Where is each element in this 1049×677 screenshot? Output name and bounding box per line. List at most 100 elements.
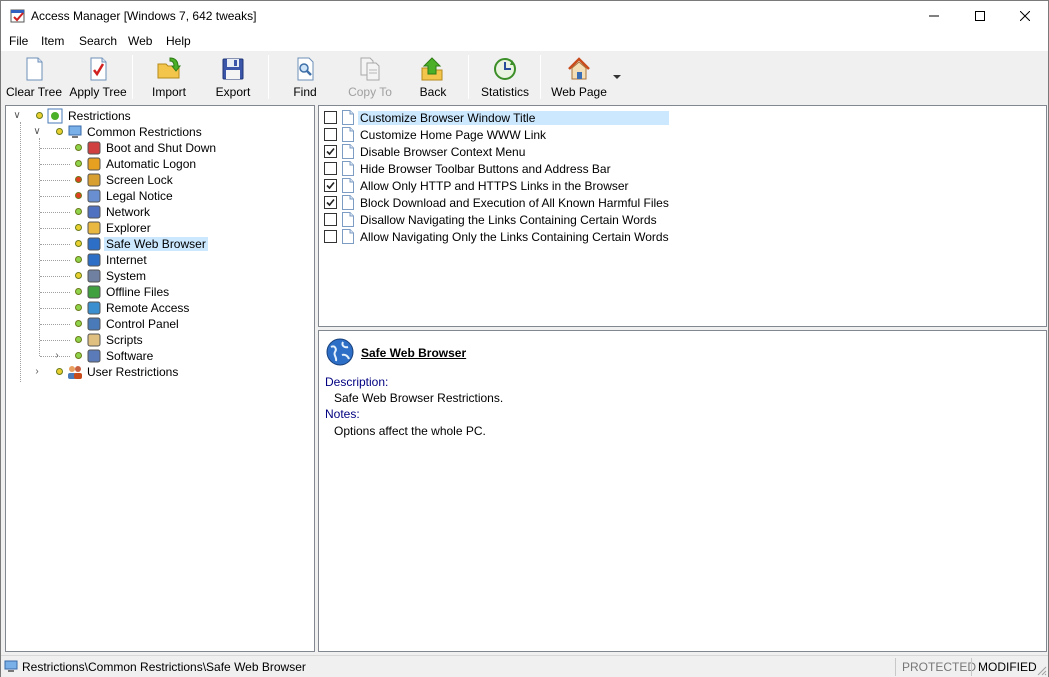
checkbox[interactable] — [324, 145, 337, 158]
close-button[interactable] — [1002, 1, 1048, 31]
folder-import-icon — [157, 57, 182, 79]
checklist-label: Allow Only HTTP and HTTPS Links in the B… — [360, 179, 629, 193]
tree-node-user-restrictions[interactable]: › User Restrictions — [10, 364, 310, 380]
tree-node-child[interactable]: Boot and Shut Down — [10, 140, 310, 156]
tree-label: Network — [106, 205, 151, 219]
clear-tree-button[interactable]: Clear Tree — [5, 54, 63, 100]
checklist-item[interactable]: Allow Only HTTP and HTTPS Links in the B… — [324, 177, 1024, 194]
export-button[interactable]: Export — [205, 54, 261, 100]
checklist-label: Allow Navigating Only the Links Containi… — [360, 230, 669, 244]
status-path: Restrictions\Common Restrictions\Safe We… — [22, 660, 306, 674]
minimize-button[interactable] — [911, 1, 957, 31]
checklist-item[interactable]: Block Download and Execution of All Know… — [324, 194, 1024, 211]
web-page-button[interactable]: Web Page — [547, 54, 611, 100]
menu-search[interactable]: Search — [79, 34, 117, 48]
status-dot-icon — [75, 336, 82, 343]
import-button[interactable]: Import — [141, 54, 197, 100]
chevron-down-icon[interactable]: ∨ — [12, 110, 22, 122]
restriction-category-icon — [87, 285, 101, 299]
menu-help[interactable]: Help — [166, 34, 191, 48]
checkbox[interactable] — [324, 230, 337, 243]
chevron-right-icon[interactable]: › — [52, 350, 62, 362]
checklist-item[interactable]: Disable Browser Context Menu — [324, 143, 1024, 160]
document-icon — [342, 195, 354, 210]
tree-node-child[interactable]: Remote Access — [10, 300, 310, 316]
statistics-button[interactable]: Statistics — [475, 54, 535, 100]
restriction-checklist[interactable]: Customize Browser Window Title Customize … — [318, 105, 1047, 327]
globe-icon — [326, 338, 354, 366]
restriction-category-icon — [87, 141, 101, 155]
checklist-item[interactable]: Customize Browser Window Title — [324, 109, 1024, 126]
menu-file[interactable]: File — [9, 34, 28, 48]
checklist-label: Disallow Navigating the Links Containing… — [360, 213, 657, 227]
status-dot-icon — [75, 352, 82, 359]
tree-label: User Restrictions — [87, 365, 179, 379]
copy-to-button[interactable]: Copy To — [341, 54, 399, 100]
copy-pages-icon — [360, 57, 380, 81]
checklist-item[interactable]: Disallow Navigating the Links Containing… — [324, 211, 1024, 228]
checkbox[interactable] — [324, 111, 337, 124]
checklist-label: Block Download and Execution of All Know… — [360, 196, 669, 210]
menu-web[interactable]: Web — [128, 34, 152, 48]
checkbox[interactable] — [324, 128, 337, 141]
refresh-chart-icon — [494, 58, 516, 80]
tree-node-child[interactable]: Explorer — [10, 220, 310, 236]
back-button[interactable]: Back — [405, 54, 461, 100]
details-panel: Safe Web Browser Description: Safe Web B… — [318, 330, 1047, 652]
tree-node-child[interactable]: Safe Web Browser — [10, 236, 310, 252]
tree-node-child[interactable]: Network — [10, 204, 310, 220]
tree-node-child[interactable]: Automatic Logon — [10, 156, 310, 172]
tree-node-child[interactable]: Offline Files — [10, 284, 310, 300]
restrictions-tree[interactable]: ∨ Restrictions ∨ Common Restrictions Boo… — [5, 105, 315, 652]
tree-node-common-restrictions[interactable]: ∨ Common Restrictions — [10, 124, 310, 140]
details-title: Safe Web Browser — [361, 346, 467, 360]
checkbox[interactable] — [324, 162, 337, 175]
menu-item[interactable]: Item — [41, 34, 64, 48]
resize-grip-icon[interactable] — [1037, 666, 1047, 676]
tree-label: Boot and Shut Down — [106, 141, 217, 155]
toolbar-separator — [540, 55, 541, 99]
tree-node-child[interactable]: System — [10, 268, 310, 284]
checklist-item[interactable]: Customize Home Page WWW Link — [324, 126, 1024, 143]
tree-node-child[interactable]: Internet — [10, 252, 310, 268]
checkbox[interactable] — [324, 179, 337, 192]
blank-page-icon — [26, 57, 43, 81]
tree-connector — [40, 244, 70, 245]
checkbox[interactable] — [324, 213, 337, 226]
tree-node-child[interactable]: Control Panel — [10, 316, 310, 332]
title-bar[interactable]: Access Manager [Windows 7, 642 tweaks] — [1, 1, 1048, 31]
restriction-category-icon — [87, 269, 101, 283]
document-icon — [342, 127, 354, 142]
restriction-category-icon — [87, 205, 101, 219]
checkbox[interactable] — [324, 196, 337, 209]
tree-label: Automatic Logon — [106, 157, 197, 171]
tree-connector — [40, 340, 70, 341]
document-icon — [342, 161, 354, 176]
chevron-down-icon[interactable]: ∨ — [32, 126, 42, 138]
maximize-icon — [975, 11, 985, 21]
description-label: Description: — [325, 375, 389, 389]
tree-node-child[interactable]: Scripts — [10, 332, 310, 348]
toolbar-separator — [132, 55, 133, 99]
tree-node-child[interactable]: › Software — [10, 348, 310, 364]
find-button[interactable]: Find — [277, 54, 333, 100]
apply-tree-button[interactable]: Apply Tree — [67, 54, 129, 100]
status-dot-icon — [75, 320, 82, 327]
computer-icon — [4, 660, 18, 672]
chevron-right-icon[interactable]: › — [32, 366, 42, 378]
checklist-item[interactable]: Allow Navigating Only the Links Containi… — [324, 228, 1024, 245]
users-icon — [68, 366, 82, 379]
maximize-button[interactable] — [957, 1, 1003, 31]
back-label: Back — [419, 85, 447, 99]
checklist-item[interactable]: Hide Browser Toolbar Buttons and Address… — [324, 160, 1024, 177]
tree-node-child[interactable]: Screen Lock — [10, 172, 310, 188]
web-page-label: Web Page — [551, 85, 607, 99]
tree-connector — [40, 196, 70, 197]
apply-tree-label: Apply Tree — [69, 85, 127, 99]
tree-connector — [40, 212, 70, 213]
tree-node-child[interactable]: Legal Notice — [10, 188, 310, 204]
tree-connector — [40, 148, 70, 149]
modified-status: MODIFIED — [971, 658, 1041, 676]
tree-node-restrictions[interactable]: ∨ Restrictions — [10, 108, 310, 124]
chevron-down-icon[interactable] — [612, 73, 622, 81]
